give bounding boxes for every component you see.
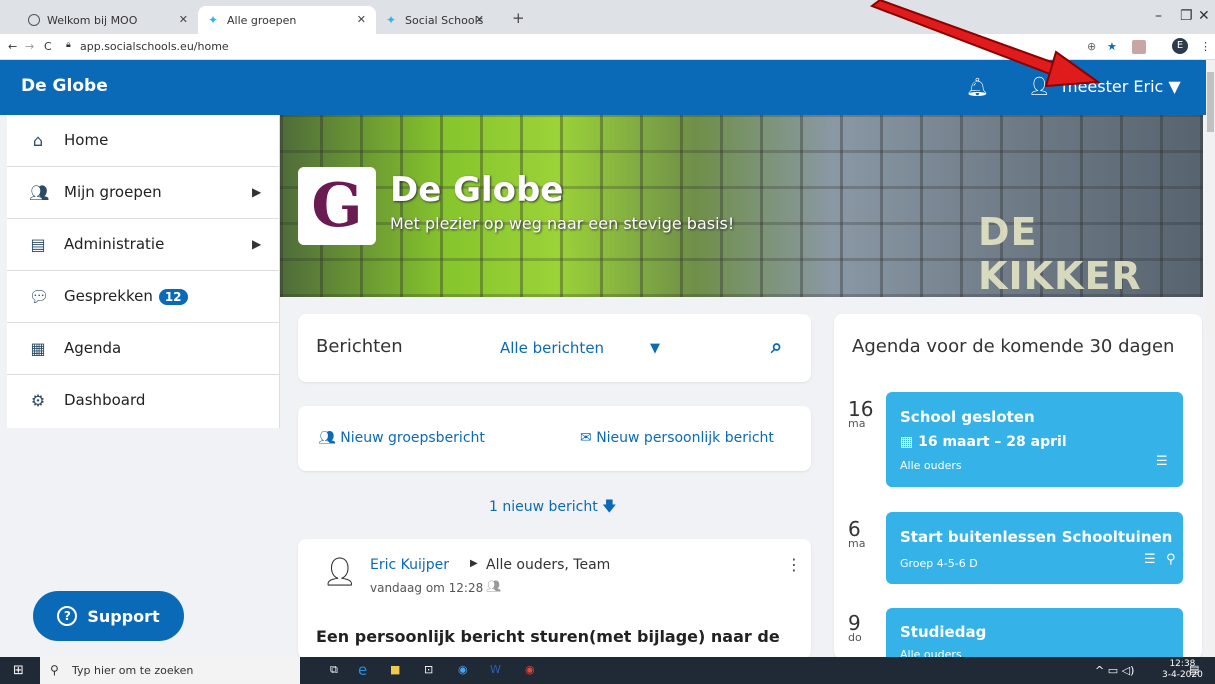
annotation-arrow xyxy=(869,0,1101,88)
